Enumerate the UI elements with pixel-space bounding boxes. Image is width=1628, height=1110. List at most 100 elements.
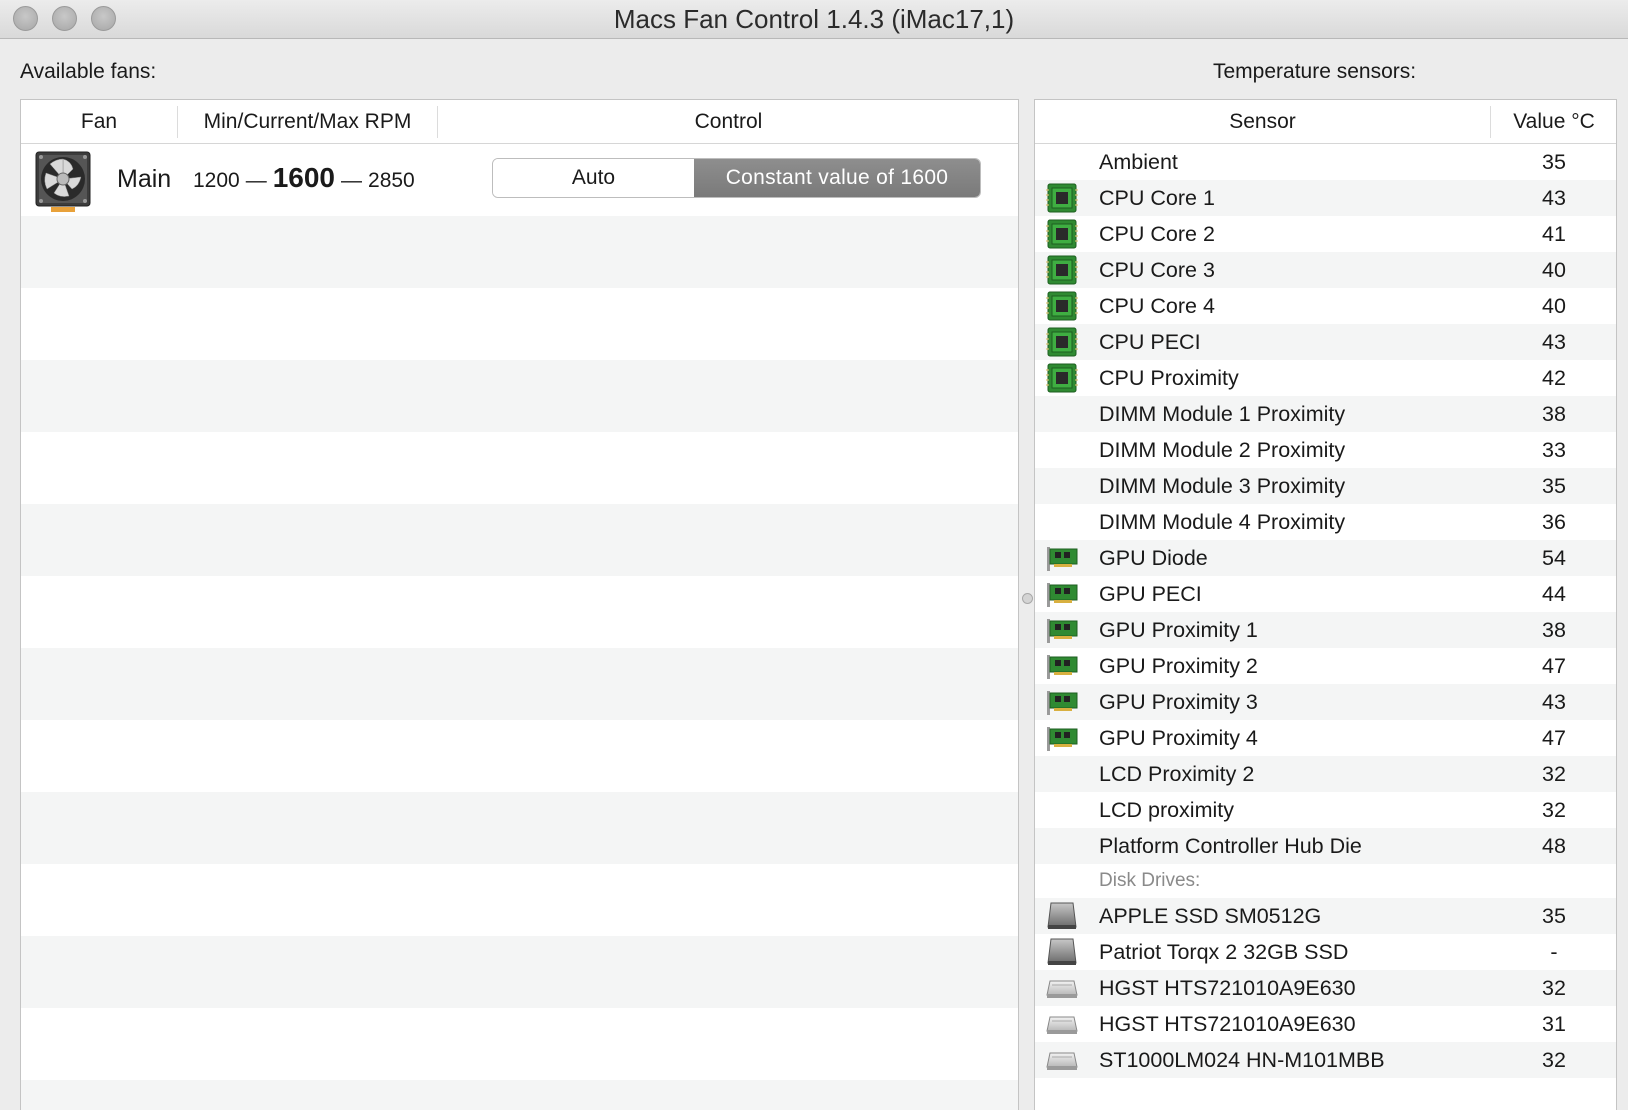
sensor-value: 32 <box>1542 976 1566 1000</box>
group-label: Disk Drives: <box>1099 870 1201 891</box>
sensor-row[interactable]: GPU Proximity 1 38 <box>1035 612 1616 648</box>
cpu-chip-icon <box>1046 363 1078 393</box>
sensor-value: 38 <box>1542 618 1566 642</box>
cpu-chip-icon <box>1046 183 1078 213</box>
sensor-row[interactable]: CPU Core 2 41 <box>1035 216 1616 252</box>
sensor-row[interactable]: APPLE SSD SM0512G 35 <box>1035 898 1616 934</box>
fan-current-rpm: 1600 <box>272 162 336 193</box>
sensor-value: 38 <box>1542 402 1566 426</box>
sensor-value: 44 <box>1542 582 1566 606</box>
disk-drives-group-label: Disk Drives: <box>1035 864 1616 898</box>
sensor-name: GPU Proximity 3 <box>1099 690 1258 714</box>
sensor-row[interactable]: GPU Proximity 3 43 <box>1035 684 1616 720</box>
sensor-value: 36 <box>1542 510 1566 534</box>
sensor-name: Ambient <box>1099 150 1178 174</box>
sensor-value: 48 <box>1542 834 1566 858</box>
sensor-value: 35 <box>1542 904 1566 928</box>
sensor-row[interactable]: Ambient 35 <box>1035 144 1616 180</box>
sensor-name: GPU Diode <box>1099 546 1208 570</box>
sensor-value: 32 <box>1542 798 1566 822</box>
fans-table-header: Fan Min/Current/Max RPM Control <box>21 100 1018 144</box>
sensor-value: 43 <box>1542 690 1566 714</box>
sensor-value: 33 <box>1542 438 1566 462</box>
sensor-name: Platform Controller Hub Die <box>1099 834 1362 858</box>
gpu-card-icon <box>1046 651 1078 681</box>
hdd-drive-icon <box>1046 1045 1078 1075</box>
sensor-row[interactable]: GPU Proximity 2 47 <box>1035 648 1616 684</box>
sensor-name: GPU Proximity 4 <box>1099 726 1258 750</box>
sensors-table[interactable]: Sensor Value °C Ambient 35 CPU Core 1 43 CPU… <box>1034 99 1617 1110</box>
gpu-card-icon <box>1046 543 1078 573</box>
sensor-column-header[interactable]: Sensor <box>1035 100 1490 143</box>
cpu-chip-icon <box>1046 291 1078 321</box>
gpu-card-icon <box>1046 615 1078 645</box>
sensor-row[interactable]: CPU PECI 43 <box>1035 324 1616 360</box>
sensor-name: DIMM Module 2 Proximity <box>1099 438 1346 462</box>
panel-splitter[interactable] <box>1021 99 1033 1110</box>
sensor-row[interactable]: GPU PECI 44 <box>1035 576 1616 612</box>
fans-table[interactable]: Fan Min/Current/Max RPM Control Main 120… <box>20 99 1019 1110</box>
sensor-value: 43 <box>1542 330 1566 354</box>
hdd-drive-icon <box>1046 1009 1078 1039</box>
fan-control-segmented[interactable]: Auto Constant value of 1600 <box>492 158 981 198</box>
sensor-name: DIMM Module 4 Proximity <box>1099 510 1346 534</box>
sensor-name: GPU PECI <box>1099 582 1202 606</box>
sensor-value: 41 <box>1542 222 1566 246</box>
sensor-row[interactable]: ST1000LM024 HN-M101MBB 32 <box>1035 1042 1616 1078</box>
sensor-row[interactable]: DIMM Module 2 Proximity 33 <box>1035 432 1616 468</box>
fan-column-header[interactable]: Fan <box>21 100 177 143</box>
sensor-name: APPLE SSD SM0512G <box>1099 904 1322 928</box>
sensor-value: 43 <box>1542 186 1566 210</box>
sensor-name: DIMM Module 1 Proximity <box>1099 402 1346 426</box>
sensor-row[interactable]: CPU Core 3 40 <box>1035 252 1616 288</box>
sensor-value: 40 <box>1542 294 1566 318</box>
sensor-value: 32 <box>1542 1048 1566 1072</box>
auto-mode-button[interactable]: Auto <box>493 159 694 197</box>
sensor-row[interactable]: DIMM Module 1 Proximity 38 <box>1035 396 1616 432</box>
sensor-name: CPU PECI <box>1099 330 1201 354</box>
fan-name: Main <box>117 165 172 193</box>
value-column-header[interactable]: Value °C <box>1491 100 1616 143</box>
sensor-name: GPU Proximity 2 <box>1099 654 1258 678</box>
sensor-name: HGST HTS721010A9E630 <box>1099 976 1356 1000</box>
sensor-name: ST1000LM024 HN-M101MBB <box>1099 1048 1385 1072</box>
title-bar: Macs Fan Control 1.4.3 (iMac17,1) <box>0 0 1628 39</box>
rpm-separator: — <box>245 169 267 192</box>
sensor-name: HGST HTS721010A9E630 <box>1099 1012 1356 1036</box>
sensor-value: 42 <box>1542 366 1566 390</box>
sensor-value: 47 <box>1542 654 1566 678</box>
sensor-rows: Ambient 35 CPU Core 1 43 CPU Core 2 41 CPU Cor… <box>1035 144 1616 1078</box>
sensor-value: 32 <box>1542 762 1566 786</box>
sensor-row[interactable]: LCD Proximity 2 32 <box>1035 756 1616 792</box>
window-title: Macs Fan Control 1.4.3 (iMac17,1) <box>613 4 1015 34</box>
sensor-row[interactable]: HGST HTS721010A9E630 31 <box>1035 1006 1616 1042</box>
rpm-column-header[interactable]: Min/Current/Max RPM <box>178 100 437 143</box>
sensor-row[interactable]: CPU Core 1 43 <box>1035 180 1616 216</box>
sensor-row[interactable]: DIMM Module 4 Proximity 36 <box>1035 504 1616 540</box>
sensor-row[interactable]: Patriot Torqx 2 32GB SSD - <box>1035 934 1616 970</box>
splitter-grip[interactable] <box>1022 593 1033 604</box>
sensor-row[interactable]: GPU Diode 54 <box>1035 540 1616 576</box>
gpu-card-icon <box>1046 687 1078 717</box>
sensor-row[interactable]: DIMM Module 3 Proximity 35 <box>1035 468 1616 504</box>
sensor-name: CPU Core 2 <box>1099 222 1215 246</box>
sensor-row[interactable]: LCD proximity 32 <box>1035 792 1616 828</box>
fan-row-main[interactable]: Main 1200—1600—2850 Auto Constant value … <box>21 144 1018 216</box>
sensor-value: 35 <box>1542 474 1566 498</box>
sensor-value: - <box>1550 940 1558 964</box>
sensor-name: Patriot Torqx 2 32GB SSD <box>1099 940 1349 964</box>
fan-max-rpm: 2850 <box>368 169 415 192</box>
control-column-header[interactable]: Control <box>438 100 1018 143</box>
sensor-row[interactable]: GPU Proximity 4 47 <box>1035 720 1616 756</box>
sensor-name: LCD Proximity 2 <box>1099 762 1255 786</box>
sensor-row[interactable]: CPU Core 4 40 <box>1035 288 1616 324</box>
ssd-drive-icon <box>1046 937 1078 967</box>
sensor-row[interactable]: CPU Proximity 42 <box>1035 360 1616 396</box>
constant-value-button[interactable]: Constant value of 1600 <box>694 159 980 197</box>
sensor-row[interactable]: HGST HTS721010A9E630 32 <box>1035 970 1616 1006</box>
available-fans-label: Available fans: <box>20 60 157 83</box>
sensor-row[interactable]: Platform Controller Hub Die 48 <box>1035 828 1616 864</box>
ssd-drive-icon <box>1046 901 1078 931</box>
sensor-name: CPU Core 1 <box>1099 186 1215 210</box>
sensor-name: CPU Proximity <box>1099 366 1239 390</box>
